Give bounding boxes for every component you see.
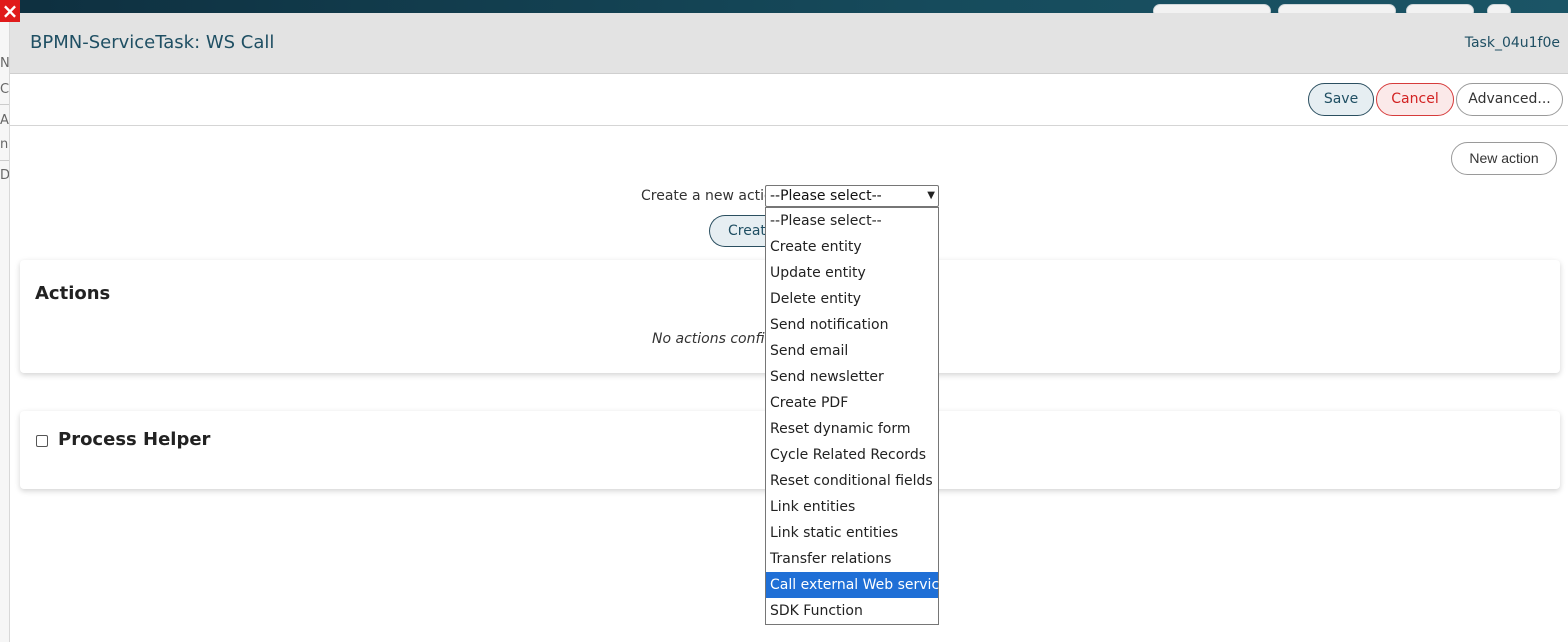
process-helper-checkbox[interactable]: [36, 435, 48, 447]
background-row: nc: [0, 137, 9, 152]
dropdown-option[interactable]: SDK Function: [766, 598, 938, 624]
dropdown-option[interactable]: Send newsletter: [766, 364, 938, 390]
dropdown-option[interactable]: Update entity: [766, 260, 938, 286]
action-type-select[interactable]: --Please select-- ▼: [765, 185, 939, 207]
select-value: --Please select--: [770, 188, 882, 204]
modal-header: BPMN-ServiceTask: WS Call Task_04u1f0e: [10, 13, 1568, 74]
chevron-down-icon: ▼: [927, 190, 935, 201]
advanced-button[interactable]: Advanced...: [1456, 83, 1563, 116]
dropdown-option[interactable]: Cycle Related Records: [766, 442, 938, 468]
actions-title: Actions: [35, 283, 111, 304]
background-sidebar: N Ca Ac nc D: [0, 16, 10, 642]
dropdown-option[interactable]: Transfer relations: [766, 546, 938, 572]
dropdown-option[interactable]: Create entity: [766, 234, 938, 260]
dropdown-option[interactable]: Link entities: [766, 494, 938, 520]
dropdown-option[interactable]: Call external Web service: [766, 572, 948, 598]
background-row: Ca: [0, 82, 10, 97]
dropdown-option[interactable]: Send email: [766, 338, 938, 364]
background-row: D: [0, 168, 10, 183]
save-button[interactable]: Save: [1308, 83, 1374, 116]
dropdown-option[interactable]: Send notification: [766, 312, 938, 338]
dropdown-option[interactable]: Link static entities: [766, 520, 938, 546]
dropdown-option[interactable]: Reset conditional fields: [766, 468, 938, 494]
action-type-dropdown-list[interactable]: --Please select-- Create entity Update ent…: [765, 207, 948, 625]
new-action-button[interactable]: New action: [1451, 142, 1557, 175]
dropdown-option[interactable]: Delete entity: [766, 286, 938, 312]
dropdown-option[interactable]: Create PDF: [766, 390, 938, 416]
dropdown-option[interactable]: --Please select--: [766, 208, 938, 234]
background-row: Ac: [0, 113, 9, 128]
dropdown-option[interactable]: Reset dynamic form: [766, 416, 938, 442]
background-divider: [0, 104, 9, 105]
create-action-label: Create a new action: [641, 188, 782, 204]
modal-toolbar: Save Cancel Advanced...: [10, 74, 1568, 126]
background-divider: [0, 160, 9, 161]
close-icon[interactable]: ×: [0, 0, 20, 22]
cancel-button[interactable]: Cancel: [1376, 83, 1454, 116]
process-helper-title: Process Helper: [58, 429, 211, 450]
modal-title: BPMN-ServiceTask: WS Call: [30, 32, 275, 53]
background-row: N: [0, 56, 10, 71]
task-id-label: Task_04u1f0e: [1464, 35, 1560, 51]
